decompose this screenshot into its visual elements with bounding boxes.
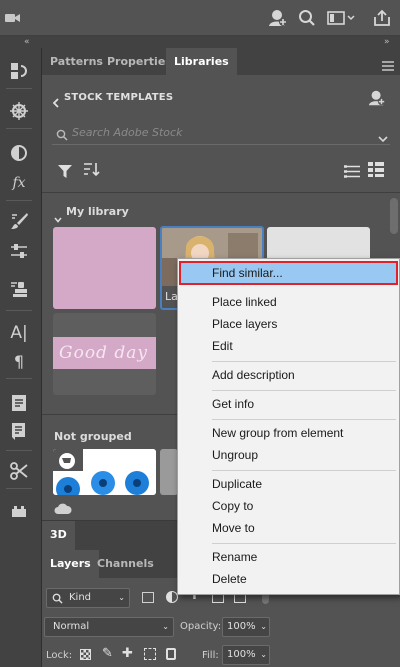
workspace-switcher-icon[interactable] bbox=[327, 8, 355, 28]
menu-item-add-description[interactable]: Add description bbox=[212, 368, 295, 382]
search-icon[interactable] bbox=[297, 8, 317, 28]
opacity-label: Opacity: bbox=[180, 621, 222, 632]
search-icon bbox=[56, 126, 68, 145]
chevron-down-icon[interactable]: ⌄ bbox=[260, 618, 267, 636]
clone-source-icon[interactable] bbox=[8, 278, 30, 300]
not-grouped-heading[interactable]: Not grouped bbox=[54, 430, 132, 443]
brush-tool-icon[interactable] bbox=[8, 210, 30, 232]
3d-material-icon[interactable] bbox=[8, 500, 30, 522]
paragraph-panel-icon[interactable]: ¶ bbox=[8, 350, 30, 372]
panel-collapse-strip: « » bbox=[0, 36, 400, 48]
library-item-color[interactable] bbox=[53, 227, 156, 309]
search-placeholder: Search Adobe Stock bbox=[72, 126, 183, 139]
compass-tool-icon[interactable] bbox=[8, 100, 30, 122]
fx-styles-icon[interactable]: fx bbox=[8, 172, 30, 194]
lock-pixels-icon[interactable]: ✎ bbox=[102, 646, 113, 661]
opacity-input[interactable]: 100% ⌄ bbox=[222, 617, 270, 637]
library-item-character-style[interactable]: Good day bbox=[53, 313, 156, 395]
scrollbar-thumb[interactable] bbox=[390, 198, 398, 234]
fill-label: Fill: bbox=[202, 650, 219, 661]
user-add-icon[interactable] bbox=[268, 8, 288, 28]
lock-position-icon[interactable]: ✚ bbox=[122, 646, 133, 661]
chevron-down-icon[interactable] bbox=[378, 128, 388, 147]
flowers-thumbnail bbox=[53, 449, 156, 495]
notes-icon[interactable] bbox=[8, 392, 30, 414]
expand-panels-icon[interactable]: » bbox=[384, 36, 390, 48]
menu-item-find-similar[interactable]: Find similar... bbox=[179, 261, 398, 285]
adjustments-icon[interactable] bbox=[8, 142, 30, 164]
kind-value: Kind bbox=[69, 592, 92, 603]
menu-item-rename[interactable]: Rename bbox=[212, 550, 257, 564]
menu-item-place-layers[interactable]: Place layers bbox=[212, 317, 277, 331]
history-brush-tool-icon[interactable] bbox=[8, 60, 30, 82]
menu-item-ungroup[interactable]: Ungroup bbox=[212, 448, 258, 462]
cloud-icon bbox=[54, 500, 72, 519]
tab-channels[interactable]: Channels bbox=[89, 550, 162, 578]
library-item-flowers[interactable] bbox=[53, 449, 156, 495]
fill-value: 100% bbox=[227, 649, 256, 660]
my-library-heading[interactable]: My library bbox=[66, 205, 129, 218]
brush-settings-icon[interactable] bbox=[8, 240, 30, 262]
lock-transparent-icon[interactable] bbox=[80, 649, 91, 660]
lock-all-icon[interactable] bbox=[166, 648, 176, 660]
collapse-toolbar-icon[interactable]: « bbox=[24, 36, 30, 48]
chevron-down-icon: ⌄ bbox=[162, 622, 169, 631]
back-chevron-icon[interactable] bbox=[52, 93, 60, 112]
chevron-down-icon[interactable]: ⌄ bbox=[260, 646, 267, 664]
menu-item-copy-to[interactable]: Copy to bbox=[212, 499, 253, 513]
menu-item-get-info[interactable]: Get info bbox=[212, 397, 254, 411]
share-icon[interactable] bbox=[372, 8, 392, 28]
filter-icon[interactable] bbox=[58, 163, 72, 182]
panel-menu-icon[interactable] bbox=[382, 56, 394, 71]
blend-mode-value: Normal bbox=[53, 621, 90, 632]
menu-item-edit[interactable]: Edit bbox=[212, 339, 233, 353]
sort-icon[interactable] bbox=[84, 162, 100, 181]
stock-search-field[interactable]: Search Adobe Stock bbox=[52, 121, 390, 145]
search-icon bbox=[52, 593, 63, 611]
blend-mode-select[interactable]: Normal ⌄ bbox=[44, 617, 174, 637]
tab-libraries[interactable]: Libraries bbox=[166, 48, 237, 75]
document-info-icon[interactable] bbox=[8, 420, 30, 442]
good-day-text: Good day bbox=[59, 343, 148, 363]
library-toolbar bbox=[52, 160, 390, 180]
panel-tabs: Patterns Properties Libraries bbox=[42, 48, 400, 75]
kind-filter-select[interactable]: Kind ⌄ bbox=[46, 588, 130, 608]
chevron-down-icon: ⌄ bbox=[118, 593, 125, 602]
filter-pixel-layer-icon[interactable] bbox=[142, 592, 154, 603]
invite-user-icon[interactable] bbox=[368, 89, 386, 111]
menu-item-move-to[interactable]: Move to bbox=[212, 521, 255, 535]
video-camera-icon[interactable] bbox=[4, 8, 24, 28]
list-view-icon[interactable] bbox=[344, 163, 360, 182]
menu-item-new-group[interactable]: New group from element bbox=[212, 426, 343, 440]
menu-item-duplicate[interactable]: Duplicate bbox=[212, 477, 262, 491]
lock-label: Lock: bbox=[46, 650, 73, 661]
menu-item-delete[interactable]: Delete bbox=[212, 572, 247, 586]
chevron-down-icon[interactable] bbox=[54, 208, 62, 227]
fill-input[interactable]: 100% ⌄ bbox=[222, 645, 270, 665]
side-toolbar: fx A| ¶ bbox=[0, 48, 42, 667]
tools-scissors-icon[interactable] bbox=[8, 460, 30, 482]
lock-artboard-icon[interactable] bbox=[144, 648, 156, 660]
top-bar bbox=[0, 0, 400, 36]
grid-view-icon[interactable] bbox=[368, 162, 384, 181]
library-item-partial[interactable] bbox=[160, 449, 178, 495]
context-menu: Find similar... Place linked Place layer… bbox=[177, 258, 400, 595]
opacity-value: 100% bbox=[227, 621, 256, 632]
character-panel-icon[interactable]: A| bbox=[8, 322, 30, 344]
tab-3d[interactable]: 3D bbox=[42, 521, 75, 551]
menu-item-place-linked[interactable]: Place linked bbox=[212, 295, 277, 309]
library-title: STOCK TEMPLATES bbox=[64, 92, 174, 103]
